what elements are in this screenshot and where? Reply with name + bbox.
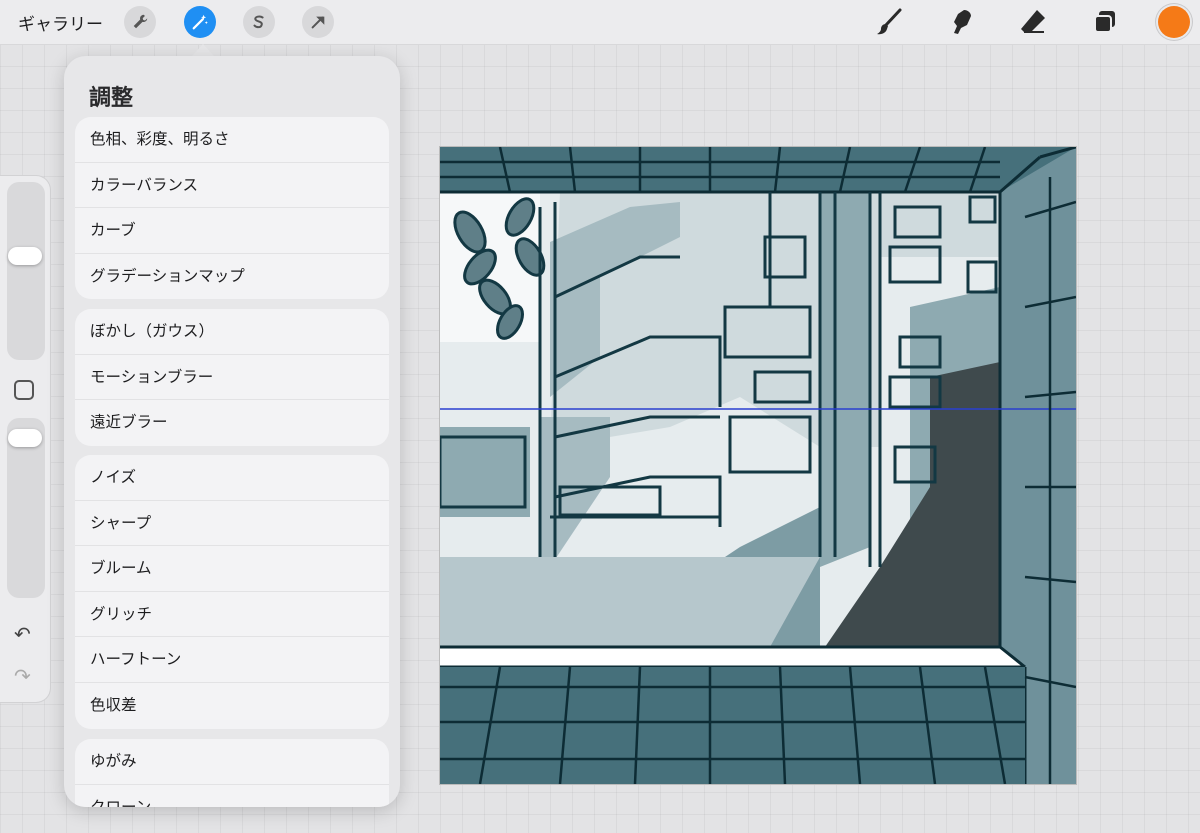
menu-item-chromatic-aberration[interactable]: 色収差	[75, 683, 389, 729]
brush-icon[interactable]	[872, 5, 906, 39]
adjustment-group-tools: ゆがみ クローン	[75, 739, 389, 807]
left-sidebar: ↶ ↷	[0, 176, 50, 702]
menu-item-curves[interactable]: カーブ	[75, 208, 389, 254]
menu-item-bloom[interactable]: ブルーム	[75, 546, 389, 592]
menu-item-perspective-blur[interactable]: 遠近ブラー	[75, 400, 389, 446]
adjustments-popover: 調整 色相、彩度、明るさ カラーバランス カーブ グラデーションマップ ぼかし（…	[64, 56, 400, 807]
undo-icon[interactable]: ↶	[14, 622, 31, 646]
redo-icon[interactable]: ↷	[14, 664, 31, 688]
eraser-icon[interactable]	[1016, 5, 1050, 39]
opacity-thumb[interactable]	[8, 428, 42, 447]
selection-icon[interactable]	[243, 6, 275, 38]
smudge-icon[interactable]	[944, 5, 978, 39]
color-picker-button[interactable]	[1158, 6, 1190, 38]
gallery-button[interactable]: ギャラリー	[18, 10, 103, 35]
opacity-slider[interactable]	[7, 418, 45, 598]
brush-size-thumb[interactable]	[8, 246, 42, 265]
layers-icon[interactable]	[1088, 5, 1122, 39]
popover-title: 調整	[89, 86, 134, 111]
menu-item-sharpen[interactable]: シャープ	[75, 501, 389, 547]
adjustment-group-color: 色相、彩度、明るさ カラーバランス カーブ グラデーションマップ	[75, 117, 389, 300]
adjustment-group-effects: ノイズ シャープ ブルーム グリッチ ハーフトーン 色収差	[75, 455, 389, 729]
top-toolbar: ギャラリー	[0, 0, 1200, 45]
menu-item-noise[interactable]: ノイズ	[75, 455, 389, 501]
popover-arrow	[192, 44, 214, 56]
menu-item-motion-blur[interactable]: モーションブラー	[75, 355, 389, 401]
brush-size-slider[interactable]	[7, 182, 45, 360]
menu-item-color-balance[interactable]: カラーバランス	[75, 163, 389, 209]
menu-item-gradient-map[interactable]: グラデーションマップ	[75, 254, 389, 300]
menu-item-clone[interactable]: クローン	[75, 785, 389, 807]
menu-item-glitch[interactable]: グリッチ	[75, 592, 389, 638]
adjustment-group-blur: ぼかし（ガウス） モーションブラー 遠近ブラー	[75, 309, 389, 446]
drawing-canvas[interactable]	[440, 147, 1076, 784]
transform-arrow-icon[interactable]	[302, 6, 334, 38]
menu-item-liquify[interactable]: ゆがみ	[75, 739, 389, 785]
wrench-icon[interactable]	[124, 6, 156, 38]
artwork	[440, 147, 1076, 784]
menu-item-gaussian-blur[interactable]: ぼかし（ガウス）	[75, 309, 389, 355]
menu-item-hue-saturation-brightness[interactable]: 色相、彩度、明るさ	[75, 117, 389, 163]
modify-button[interactable]	[14, 380, 34, 400]
magic-wand-icon[interactable]	[184, 6, 216, 38]
menu-item-halftone[interactable]: ハーフトーン	[75, 637, 389, 683]
